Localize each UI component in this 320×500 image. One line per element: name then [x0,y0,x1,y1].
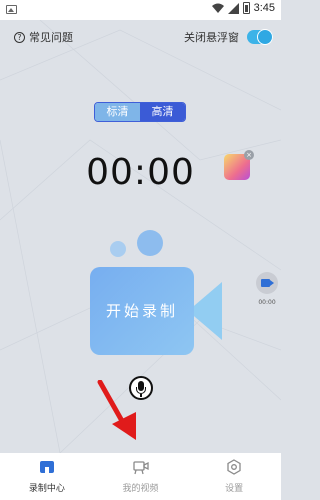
tab-my-videos[interactable]: 我的视频 [94,453,188,500]
float-window-toggle[interactable] [247,29,273,45]
promo-app-icon[interactable]: × [224,150,254,180]
floating-record-widget[interactable] [256,272,278,294]
tab-label: 录制中心 [28,484,65,494]
video-icon [132,461,149,475]
toggle-knob [257,29,273,45]
camera-decoration-bubble-large [137,230,163,256]
start-recording-label: 开始录制 [105,302,178,320]
status-bar-right: 3:45 [211,2,275,14]
home-icon [39,461,54,473]
tab-record-center[interactable]: 录制中心 [0,453,94,500]
help-icon: ? [14,31,25,43]
tab-settings[interactable]: 设置 [187,453,281,500]
faq-label: 常见问题 [29,31,73,44]
settings-icon [227,459,241,475]
status-time: 3:45 [253,2,275,14]
wifi-icon [211,3,224,13]
camera-decoration-bubble-small [110,241,126,257]
quality-option-standard[interactable]: 标清 [95,103,140,121]
tab-label: 我的视频 [122,484,159,494]
close-icon[interactable]: × [244,150,254,160]
annotation-arrow [97,380,136,440]
image-notification-icon [6,5,17,14]
tab-label: 设置 [225,484,244,494]
faq-link[interactable]: ? 常见问题 [14,29,73,45]
float-window-label: 关闭悬浮窗 [184,31,239,44]
status-bar: 3:45 [0,0,281,20]
quality-option-hd[interactable]: 高清 [140,103,185,121]
signal-icon [227,2,239,14]
battery-icon [242,2,250,14]
top-bar: ? 常见问题 关闭悬浮窗 [0,26,281,48]
floating-widget-time: 00:00 [258,299,276,306]
video-camera-icon [261,279,274,287]
bottom-tab-bar: 录制中心 我的视频 设置 [0,453,281,500]
quality-selector: 标清 高清 [94,102,186,122]
